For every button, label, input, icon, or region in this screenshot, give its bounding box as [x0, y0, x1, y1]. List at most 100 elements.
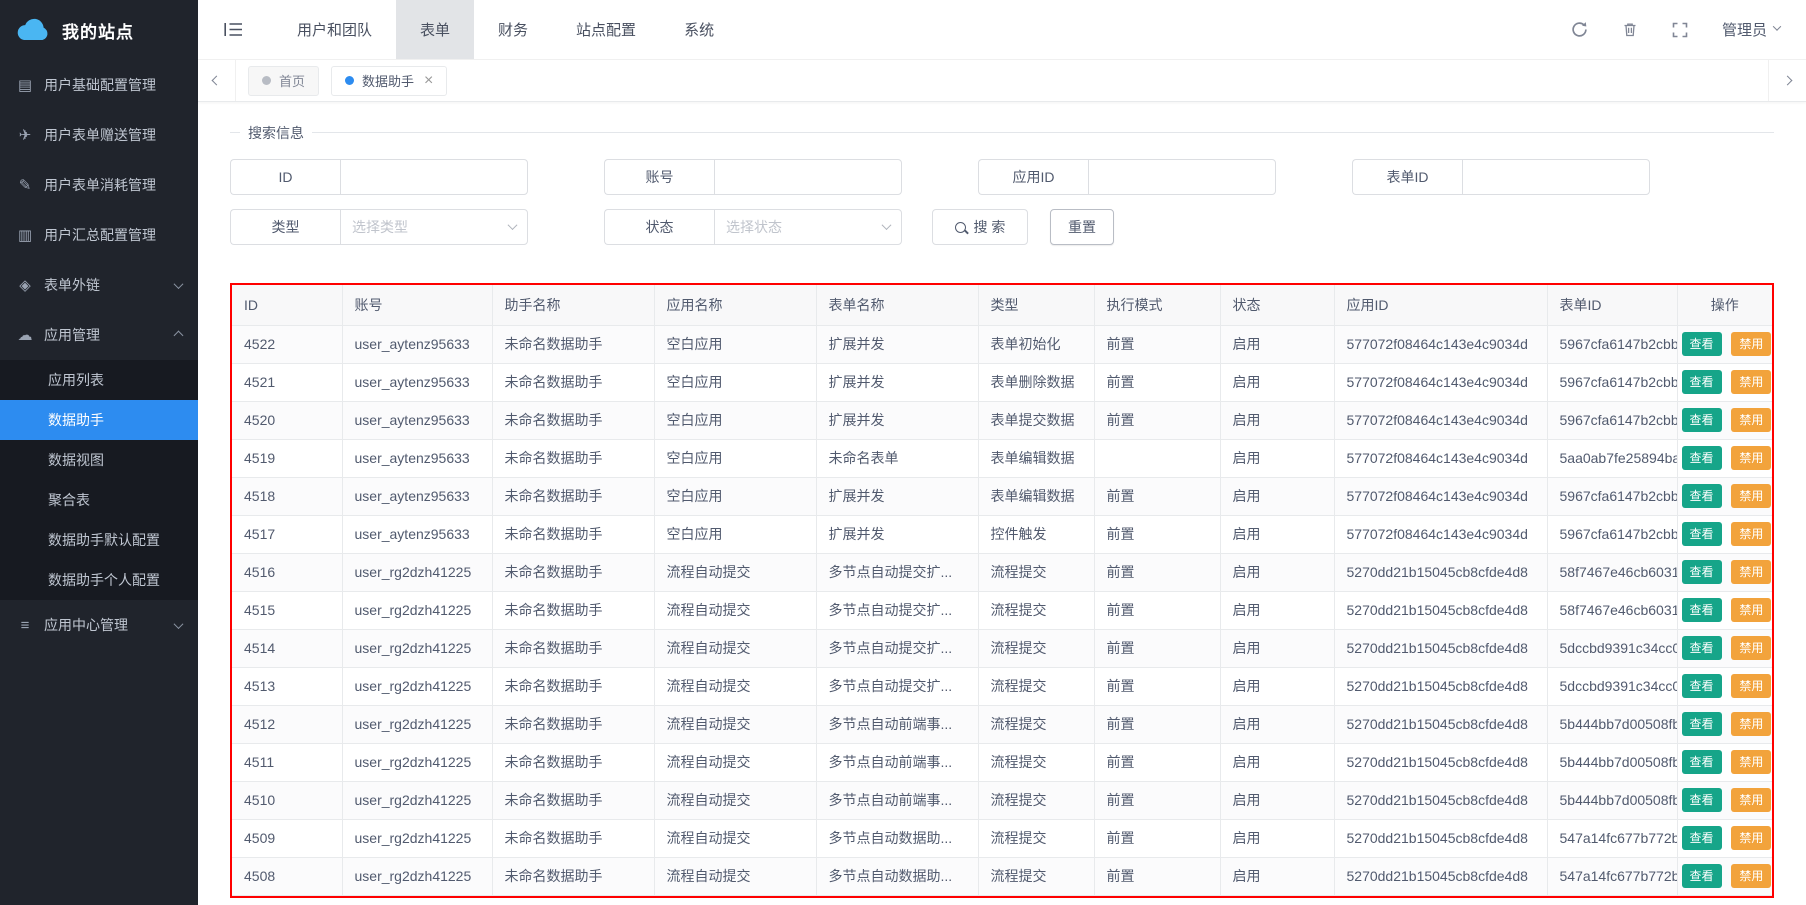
table-row: 4520 user_aytenz95633 未命名数据助手 空白应用 扩展并发 …: [232, 401, 1772, 439]
cell-app-id: 577072f08464c143e4c9034d: [1334, 439, 1547, 477]
disable-button[interactable]: 禁用: [1731, 864, 1771, 888]
form-id-input[interactable]: [1462, 159, 1650, 195]
view-button[interactable]: 查看: [1682, 408, 1722, 432]
sidebar-subitem-app-list[interactable]: 应用列表: [0, 360, 198, 400]
search-button[interactable]: 搜 索: [932, 209, 1028, 245]
cell-id: 4521: [232, 363, 342, 401]
view-button[interactable]: 查看: [1682, 674, 1722, 698]
tab-label: 数据助手: [362, 71, 414, 90]
account-input[interactable]: [714, 159, 902, 195]
disable-button[interactable]: 禁用: [1731, 522, 1771, 546]
search-buttons: 搜 索 重置: [932, 209, 1114, 245]
app-id-input[interactable]: [1088, 159, 1276, 195]
cell-account: user_rg2dzh41225: [342, 857, 492, 895]
topnav-site-config[interactable]: 站点配置: [552, 0, 660, 59]
disable-button[interactable]: 禁用: [1731, 560, 1771, 584]
cell-form-name: 多节点自动数据助...: [816, 819, 978, 857]
sidebar-item-app-center-management[interactable]: ≡ 应用中心管理: [0, 600, 198, 650]
sidebar-item-user-form-consume[interactable]: ✎ 用户表单消耗管理: [0, 160, 198, 210]
status-select[interactable]: 选择状态: [714, 209, 902, 245]
cell-form-name: 多节点自动提交扩...: [816, 591, 978, 629]
column-header-exec-mode: 执行模式: [1094, 285, 1220, 325]
tab-close-icon[interactable]: ×: [424, 73, 433, 89]
cell-account: user_aytenz95633: [342, 477, 492, 515]
view-button[interactable]: 查看: [1682, 826, 1722, 850]
disable-button[interactable]: 禁用: [1731, 712, 1771, 736]
view-button[interactable]: 查看: [1682, 484, 1722, 508]
topnav-finance[interactable]: 财务: [474, 0, 552, 59]
view-button[interactable]: 查看: [1682, 522, 1722, 546]
disable-button[interactable]: 禁用: [1731, 788, 1771, 812]
cell-app-id: 5270dd21b15045cb8cfde4d8: [1334, 705, 1547, 743]
sidebar-item-form-external-link[interactable]: ◈ 表单外链: [0, 260, 198, 310]
sidebar-subitem-data-assistant[interactable]: 数据助手: [0, 400, 198, 440]
disable-button[interactable]: 禁用: [1731, 446, 1771, 470]
sidebar-subitem-data-view[interactable]: 数据视图: [0, 440, 198, 480]
topnav-forms[interactable]: 表单: [396, 0, 474, 59]
disable-button[interactable]: 禁用: [1731, 674, 1771, 698]
view-button[interactable]: 查看: [1682, 788, 1722, 812]
cell-assistant-name: 未命名数据助手: [492, 667, 654, 705]
cell-app-name: 流程自动提交: [654, 743, 816, 781]
view-button[interactable]: 查看: [1682, 446, 1722, 470]
view-button[interactable]: 查看: [1682, 636, 1722, 660]
cell-app-id: 577072f08464c143e4c9034d: [1334, 477, 1547, 515]
id-field-group: ID: [230, 159, 528, 195]
view-button[interactable]: 查看: [1682, 750, 1722, 774]
disable-button[interactable]: 禁用: [1731, 332, 1771, 356]
sidebar-item-app-management[interactable]: ☁ 应用管理: [0, 310, 198, 360]
view-button[interactable]: 查看: [1682, 712, 1722, 736]
type-select-placeholder: 选择类型: [352, 217, 408, 237]
cell-type: 流程提交: [978, 857, 1094, 895]
sidebar-item-user-base-config[interactable]: ▤ 用户基础配置管理: [0, 60, 198, 110]
id-input[interactable]: [340, 159, 528, 195]
cell-form-name: 多节点自动前端事...: [816, 705, 978, 743]
disable-button[interactable]: 禁用: [1731, 484, 1771, 508]
disable-button[interactable]: 禁用: [1731, 636, 1771, 660]
sidebar-subitem-assistant-personal-config[interactable]: 数据助手个人配置: [0, 560, 198, 600]
type-select[interactable]: 选择类型: [340, 209, 528, 245]
tabs-scroll-left-button[interactable]: [198, 60, 236, 101]
user-menu[interactable]: 管理员: [1722, 19, 1780, 40]
refresh-button[interactable]: [1571, 21, 1588, 38]
disable-button[interactable]: 禁用: [1731, 750, 1771, 774]
app-id-field-label: 应用ID: [978, 159, 1088, 195]
column-header-form-id: 表单ID: [1547, 285, 1677, 325]
view-button[interactable]: 查看: [1682, 560, 1722, 584]
sidebar-item-user-summary-config[interactable]: ▥ 用户汇总配置管理: [0, 210, 198, 260]
reset-button[interactable]: 重置: [1050, 209, 1114, 245]
disable-button[interactable]: 禁用: [1731, 408, 1771, 432]
cell-actions: 查看 禁用: [1677, 743, 1772, 781]
tabs-scroll-right-button[interactable]: [1768, 60, 1806, 101]
sidebar-item-label: 用户表单赠送管理: [44, 125, 156, 145]
trash-button[interactable]: [1622, 21, 1638, 38]
sidebar-item-user-form-gift[interactable]: ✈ 用户表单赠送管理: [0, 110, 198, 160]
cell-type: 表单删除数据: [978, 363, 1094, 401]
top-navigation: 用户和团队 表单 财务 站点配置 系统: [273, 0, 738, 59]
view-button[interactable]: 查看: [1682, 332, 1722, 356]
app-root: 我的站点 ▤ 用户基础配置管理 ✈ 用户表单赠送管理 ✎ 用户表单消耗管理 ▥ …: [0, 0, 1806, 905]
cell-exec-mode: 前置: [1094, 781, 1220, 819]
cell-account: user_rg2dzh41225: [342, 591, 492, 629]
view-button[interactable]: 查看: [1682, 598, 1722, 622]
cell-form-id: 5aa0ab7fe25894ba: [1547, 439, 1677, 477]
fullscreen-button[interactable]: [1672, 22, 1688, 38]
sidebar-collapse-button[interactable]: [224, 22, 243, 37]
cell-app-id: 5270dd21b15045cb8cfde4d8: [1334, 591, 1547, 629]
cell-assistant-name: 未命名数据助手: [492, 477, 654, 515]
sidebar-subitem-aggregate-table[interactable]: 聚合表: [0, 480, 198, 520]
disable-button[interactable]: 禁用: [1731, 598, 1771, 622]
view-button[interactable]: 查看: [1682, 370, 1722, 394]
cell-account: user_rg2dzh41225: [342, 781, 492, 819]
tab-data-assistant[interactable]: 数据助手 ×: [331, 66, 447, 96]
cell-account: user_aytenz95633: [342, 515, 492, 553]
table-header: ID 账号 助手名称 应用名称 表单名称 类型 执行模式 状态 应用ID 表单I…: [232, 285, 1772, 325]
cell-exec-mode: 前置: [1094, 667, 1220, 705]
tab-home[interactable]: 首页: [248, 66, 319, 96]
topnav-users-teams[interactable]: 用户和团队: [273, 0, 396, 59]
disable-button[interactable]: 禁用: [1731, 826, 1771, 850]
view-button[interactable]: 查看: [1682, 864, 1722, 888]
sidebar-subitem-assistant-default-config[interactable]: 数据助手默认配置: [0, 520, 198, 560]
topnav-system[interactable]: 系统: [660, 0, 738, 59]
disable-button[interactable]: 禁用: [1731, 370, 1771, 394]
